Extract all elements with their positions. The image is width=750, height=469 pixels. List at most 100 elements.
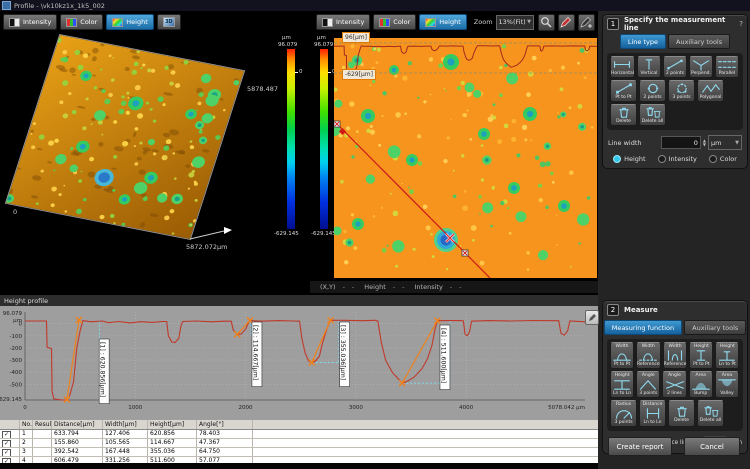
max-height-annotation[interactable]: 96[μm]	[342, 32, 370, 43]
polygonal-line-icon	[700, 82, 722, 95]
perpendicular-line-icon	[690, 58, 712, 71]
view2d-height-button[interactable]: Height	[419, 14, 467, 30]
erase-line-button[interactable]	[578, 14, 595, 31]
draw-line-button[interactable]	[558, 14, 575, 31]
measure-tool-distance-ln-to-ln[interactable]: DistanceLn to Ln	[639, 400, 666, 427]
horizontal-line-icon	[611, 58, 633, 71]
line-width-input[interactable]: 0	[661, 136, 701, 149]
vertical-line-icon	[638, 58, 660, 71]
svg-text:-629.145: -629.145	[0, 397, 22, 403]
svg-text:[3] : 355.036[μm]: [3] : 355.036[μm]	[339, 325, 346, 380]
measure-tool-area-valley[interactable]: AreaValley	[715, 371, 739, 398]
svg-text:-300: -300	[10, 358, 23, 364]
section2-tab-measuring-function[interactable]: Measuring function	[604, 320, 682, 335]
section2-tab-auxiliary-tools[interactable]: Auxiliary tools	[684, 320, 746, 335]
delete-icon	[613, 106, 635, 119]
3d-icon: 3D	[163, 17, 175, 27]
3d-view-toolbar: IntensityColor Height 3D	[0, 11, 310, 31]
view2d-intensity-button[interactable]: Intensity	[316, 14, 370, 30]
measure-tool-height-pt-to-pt[interactable]: HeightPt to Pt	[689, 342, 713, 369]
cancel-button[interactable]: Cancel	[684, 437, 740, 456]
line-tool-pt-to-pt[interactable]: Pt to Pt	[610, 80, 637, 102]
section1-tab-line-type[interactable]: Line type	[620, 34, 666, 49]
height-profile-chart[interactable]: 0-100-200-300-400-5000100020003000400096…	[0, 306, 598, 420]
view2d-color-button[interactable]: Color	[373, 14, 416, 30]
measuring-function-tools: WidthPt to PtWidthReferenceWidthReferenc…	[607, 339, 743, 431]
table-row[interactable]: ✓2155.860105.565114.66747.367	[0, 439, 598, 448]
line-width-stepper[interactable]: ▲▼	[703, 139, 706, 147]
line-tool-parallel[interactable]: Parallel	[715, 56, 739, 78]
3d-surface[interactable]	[6, 35, 244, 239]
measure-tool-width-pt-to-pt[interactable]: WidthPt to Pt	[610, 342, 634, 369]
tool-label: Ln to Ln	[613, 391, 631, 396]
chevron-down-icon: ▼	[735, 140, 739, 146]
view3d-intensity-button[interactable]: Intensity	[3, 14, 57, 30]
svg-text:0: 0	[23, 405, 27, 411]
table-row[interactable]: ✓3392.542167.448355.03664.750	[0, 448, 598, 457]
line-tool-horizontal[interactable]: Horizontal	[610, 56, 635, 78]
2d-top-view-image[interactable]: 96[μm] -629[μm]	[334, 38, 597, 278]
help-icon[interactable]: ?	[739, 20, 743, 28]
line-tool-2-points[interactable]: 2 points	[639, 80, 666, 102]
profile-edit-button[interactable]	[585, 310, 599, 325]
width-pt-to-pt-icon	[611, 349, 633, 362]
pencil-icon	[588, 313, 597, 322]
magnify-button[interactable]	[538, 14, 555, 31]
measure-tool-height-ln-to-ln[interactable]: HeightLn to Ln	[610, 371, 634, 398]
radius-3points-icon	[613, 407, 635, 420]
height-icon	[112, 18, 123, 27]
section2-tabs: Measuring functionAuxiliary tools	[603, 320, 747, 335]
line-width-unit-select[interactable]: μm ▼	[708, 135, 742, 150]
line-tool-delete[interactable]: Delete	[610, 104, 637, 126]
line-tool-delete-all[interactable]: Delete all	[639, 104, 666, 126]
row-filler	[253, 448, 598, 456]
radio-height[interactable]: Height	[613, 155, 646, 163]
svg-text:-200: -200	[10, 346, 23, 352]
min-height-annotation[interactable]: -629[μm]	[342, 69, 376, 80]
radio-dot	[658, 155, 666, 163]
radio-intensity[interactable]: Intensity	[658, 155, 697, 163]
tool-label: Perpend.	[691, 71, 711, 76]
line-tool-2-points[interactable]: 2 points	[663, 56, 687, 78]
status-label: Height	[364, 283, 386, 291]
row-checkbox[interactable]: ✓	[2, 449, 11, 457]
measure-tool-height-ln-to-pt[interactable]: HeightLn to Pt	[715, 342, 739, 369]
measure-tool-width-reference[interactable]: WidthReference	[663, 342, 688, 369]
3d-colorbar-zero: 0	[299, 69, 303, 75]
tool-label: 3 points	[614, 420, 632, 425]
view3d-height-label: Height	[126, 18, 148, 26]
view3d-color-button[interactable]: Color	[60, 14, 103, 30]
status-value-1: -	[343, 283, 345, 291]
3d-surface-canvas[interactable]: 5872.072μm5878.4870	[0, 33, 310, 295]
line-tool-vertical[interactable]: Vertical	[637, 56, 661, 78]
radio-color[interactable]: Color	[709, 155, 737, 163]
line-tool-perpend[interactable]: Perpend.	[689, 56, 713, 78]
create-report-button[interactable]: Create report	[608, 437, 672, 456]
line-tool-3-points[interactable]: 3 points	[668, 80, 695, 102]
tool-label: Horizontal	[611, 71, 634, 76]
radio-label: Intensity	[669, 155, 697, 163]
zoom-select[interactable]: 13%(Fit)▼	[496, 15, 534, 30]
line-width-label: Line width	[608, 139, 642, 147]
row-checkbox[interactable]: ✓	[2, 440, 11, 448]
measure-tool-delete-all[interactable]: Delete all	[697, 400, 724, 427]
row-checkbox[interactable]: ✓	[2, 431, 11, 439]
measure-tool-area-bump[interactable]: AreaBump	[689, 371, 713, 398]
view3d-3d-button[interactable]: 3D	[157, 14, 181, 30]
row-no: 1	[20, 430, 33, 438]
measure-tool-delete[interactable]: Delete	[668, 400, 695, 427]
svg-text:[4] : 511.600[μm]: [4] : 511.600[μm]	[439, 328, 446, 383]
width-reference2-icon	[664, 349, 686, 362]
line-tool-polygonal[interactable]: Polygonal	[697, 80, 724, 102]
column-header-angle: Angle[°]	[197, 420, 253, 429]
measure-tool-width-reference[interactable]: WidthReference	[636, 342, 661, 369]
row-result	[33, 448, 52, 456]
measure-tool-angle-3-points[interactable]: Angle3 points	[636, 371, 660, 398]
row-distance: 155.860	[52, 439, 103, 447]
status-intensity: Intensity--	[415, 283, 462, 291]
measure-tool-angle-2-lines[interactable]: Angle2 lines	[662, 371, 686, 398]
section1-tab-auxiliary-tools[interactable]: Auxiliary tools	[668, 34, 730, 49]
view3d-height-button[interactable]: Height	[106, 14, 154, 30]
measure-tool-radius-3-points[interactable]: Radius3 points	[610, 400, 637, 427]
table-row[interactable]: ✓1633.794127.406620.85678.403	[0, 430, 598, 439]
